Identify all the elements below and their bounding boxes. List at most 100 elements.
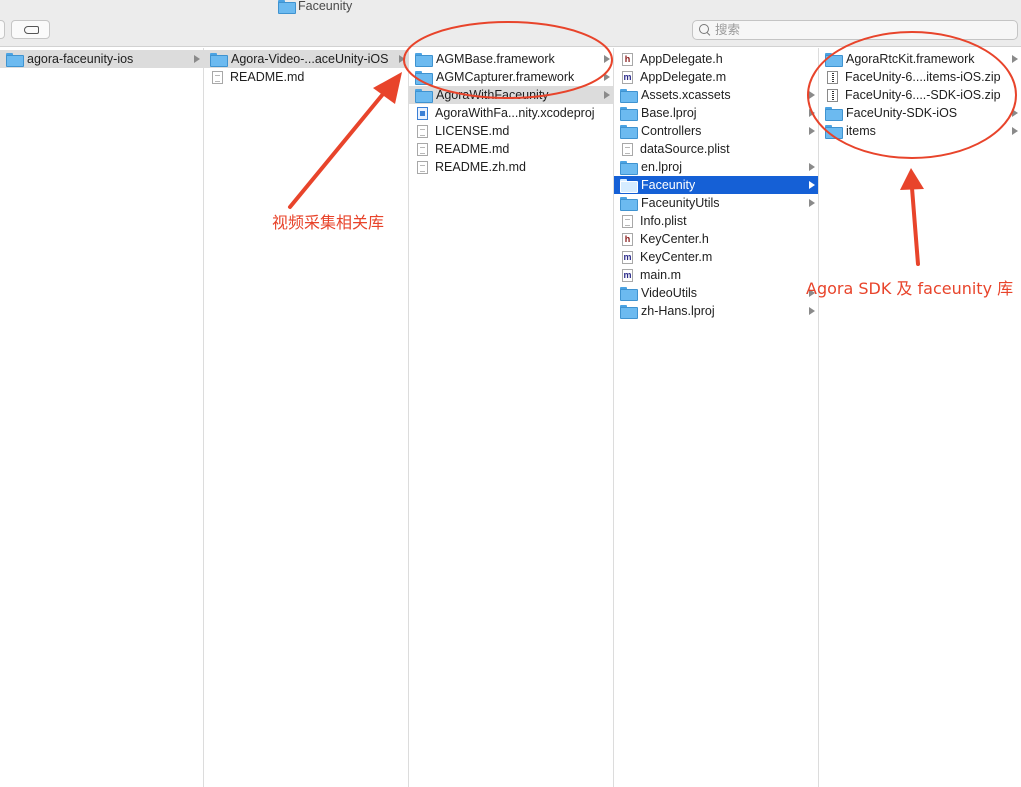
file-row[interactable]: FaceUnity-6....items-iOS.zip	[819, 68, 1021, 86]
annotation-label-video-libs: 视频采集相关库	[272, 213, 385, 232]
item-name: Controllers	[641, 124, 702, 138]
folder-icon	[620, 125, 638, 139]
folder-row[interactable]: items	[819, 122, 1021, 140]
file-row[interactable]: m AppDelegate.m	[614, 68, 818, 86]
file-row[interactable]: dataSource.plist	[614, 140, 818, 158]
file-row[interactable]: FaceUnity-6....-SDK-iOS.zip	[819, 86, 1021, 104]
folder-icon	[415, 53, 433, 67]
disclosure-arrow-icon	[809, 127, 815, 135]
file-row[interactable]: h KeyCenter.h	[614, 230, 818, 248]
browser-column-2[interactable]: Agora-Video-...aceUnity-iOS README.md	[204, 48, 409, 787]
folder-row[interactable]: FaceunityUtils	[614, 194, 818, 212]
item-name: AgoraRtcKit.framework	[846, 52, 975, 66]
file-row[interactable]: h AppDelegate.h	[614, 50, 818, 68]
disclosure-arrow-icon	[399, 55, 405, 63]
tag-button[interactable]	[11, 20, 50, 39]
search-icon	[699, 24, 711, 36]
disclosure-arrow-icon	[1012, 55, 1018, 63]
folder-row[interactable]: Controllers	[614, 122, 818, 140]
zip-archive-icon	[827, 88, 838, 102]
file-row[interactable]: Info.plist	[614, 212, 818, 230]
toolbar: Faceunity	[0, 0, 1021, 47]
item-name: agora-faceunity-ios	[27, 52, 134, 66]
xcodeproj-icon	[417, 106, 428, 120]
file-row[interactable]: README.md	[409, 140, 613, 158]
folder-icon	[620, 179, 638, 193]
browser-column-4[interactable]: h AppDelegate.h m AppDelegate.m Assets.x…	[614, 48, 819, 787]
disclosure-arrow-icon	[604, 91, 610, 99]
item-name: main.m	[640, 268, 681, 282]
item-name: Base.lproj	[641, 106, 697, 120]
item-name: LICENSE.md	[435, 124, 510, 138]
disclosure-arrow-icon	[1012, 127, 1018, 135]
item-name: Agora-Video-...aceUnity-iOS	[231, 52, 389, 66]
folder-row[interactable]: Base.lproj	[614, 104, 818, 122]
disclosure-arrow-icon	[604, 73, 610, 81]
browser-column-1[interactable]: agora-faceunity-ios	[0, 48, 204, 787]
source-file-icon: m	[622, 268, 633, 282]
document-icon	[622, 214, 633, 228]
file-row[interactable]: AgoraWithFa...nity.xcodeproj	[409, 104, 613, 122]
folder-row[interactable]: AgoraRtcKit.framework	[819, 50, 1021, 68]
item-name: KeyCenter.h	[640, 232, 709, 246]
item-name: en.lproj	[641, 160, 682, 174]
folder-icon	[415, 89, 433, 103]
item-name: VideoUtils	[641, 286, 698, 300]
browser-column-3[interactable]: AGMBase.framework AGMCapturer.framework …	[409, 48, 614, 787]
folder-row[interactable]: AgoraWithFaceunity	[409, 86, 613, 104]
folder-row[interactable]: AGMCapturer.framework	[409, 68, 613, 86]
item-name: README.md	[435, 142, 510, 156]
folder-icon	[278, 0, 296, 14]
browser-column-5[interactable]: AgoraRtcKit.framework FaceUnity-6....ite…	[819, 48, 1021, 787]
disclosure-arrow-icon	[809, 109, 815, 117]
folder-row[interactable]: en.lproj	[614, 158, 818, 176]
disclosure-arrow-icon	[604, 55, 610, 63]
item-name: Assets.xcassets	[641, 88, 731, 102]
disclosure-arrow-icon	[809, 307, 815, 315]
header-file-icon: h	[622, 232, 633, 246]
folder-row[interactable]: VideoUtils	[614, 284, 818, 302]
folder-icon	[825, 53, 843, 67]
item-name: Faceunity	[641, 178, 696, 192]
folder-icon	[620, 89, 638, 103]
disclosure-arrow-icon	[809, 91, 815, 99]
item-name: AgoraWithFaceunity	[436, 88, 549, 102]
search-input[interactable]	[715, 23, 1005, 37]
folder-row[interactable]: AGMBase.framework	[409, 50, 613, 68]
item-name: AppDelegate.h	[640, 52, 723, 66]
item-name: FaceUnity-6....items-iOS.zip	[845, 70, 1001, 84]
item-name: AGMBase.framework	[436, 52, 555, 66]
back-button[interactable]	[0, 20, 5, 39]
folder-icon	[620, 161, 638, 175]
folder-row[interactable]: agora-faceunity-ios	[0, 50, 203, 68]
item-name: items	[846, 124, 876, 138]
folder-row[interactable]: Assets.xcassets	[614, 86, 818, 104]
disclosure-arrow-icon	[809, 199, 815, 207]
window-title: Faceunity	[278, 0, 353, 14]
item-name: README.md	[230, 70, 305, 84]
file-row[interactable]: m main.m	[614, 266, 818, 284]
item-name: AppDelegate.m	[640, 70, 727, 84]
source-file-icon: m	[622, 70, 633, 84]
folder-icon	[620, 287, 638, 301]
item-name: AgoraWithFa...nity.xcodeproj	[435, 106, 595, 120]
folder-icon	[620, 305, 638, 319]
document-icon	[622, 142, 633, 156]
search-field[interactable]	[692, 20, 1018, 40]
disclosure-arrow-icon	[809, 181, 815, 189]
folder-row[interactable]: FaceUnity-SDK-iOS	[819, 104, 1021, 122]
file-row[interactable]: README.zh.md	[409, 158, 613, 176]
file-row[interactable]: LICENSE.md	[409, 122, 613, 140]
file-row[interactable]: m KeyCenter.m	[614, 248, 818, 266]
window-title-text: Faceunity	[298, 0, 353, 13]
item-name: KeyCenter.m	[640, 250, 713, 264]
folder-row[interactable]: zh-Hans.lproj	[614, 302, 818, 320]
folder-row[interactable]: Agora-Video-...aceUnity-iOS	[204, 50, 408, 68]
folder-icon	[415, 71, 433, 85]
item-name: FaceUnity-6....-SDK-iOS.zip	[845, 88, 1001, 102]
file-row[interactable]: README.md	[204, 68, 408, 86]
source-file-icon: m	[622, 250, 633, 264]
zip-archive-icon	[827, 70, 838, 84]
folder-row-selected[interactable]: Faceunity	[614, 176, 818, 194]
item-name: Info.plist	[640, 214, 687, 228]
